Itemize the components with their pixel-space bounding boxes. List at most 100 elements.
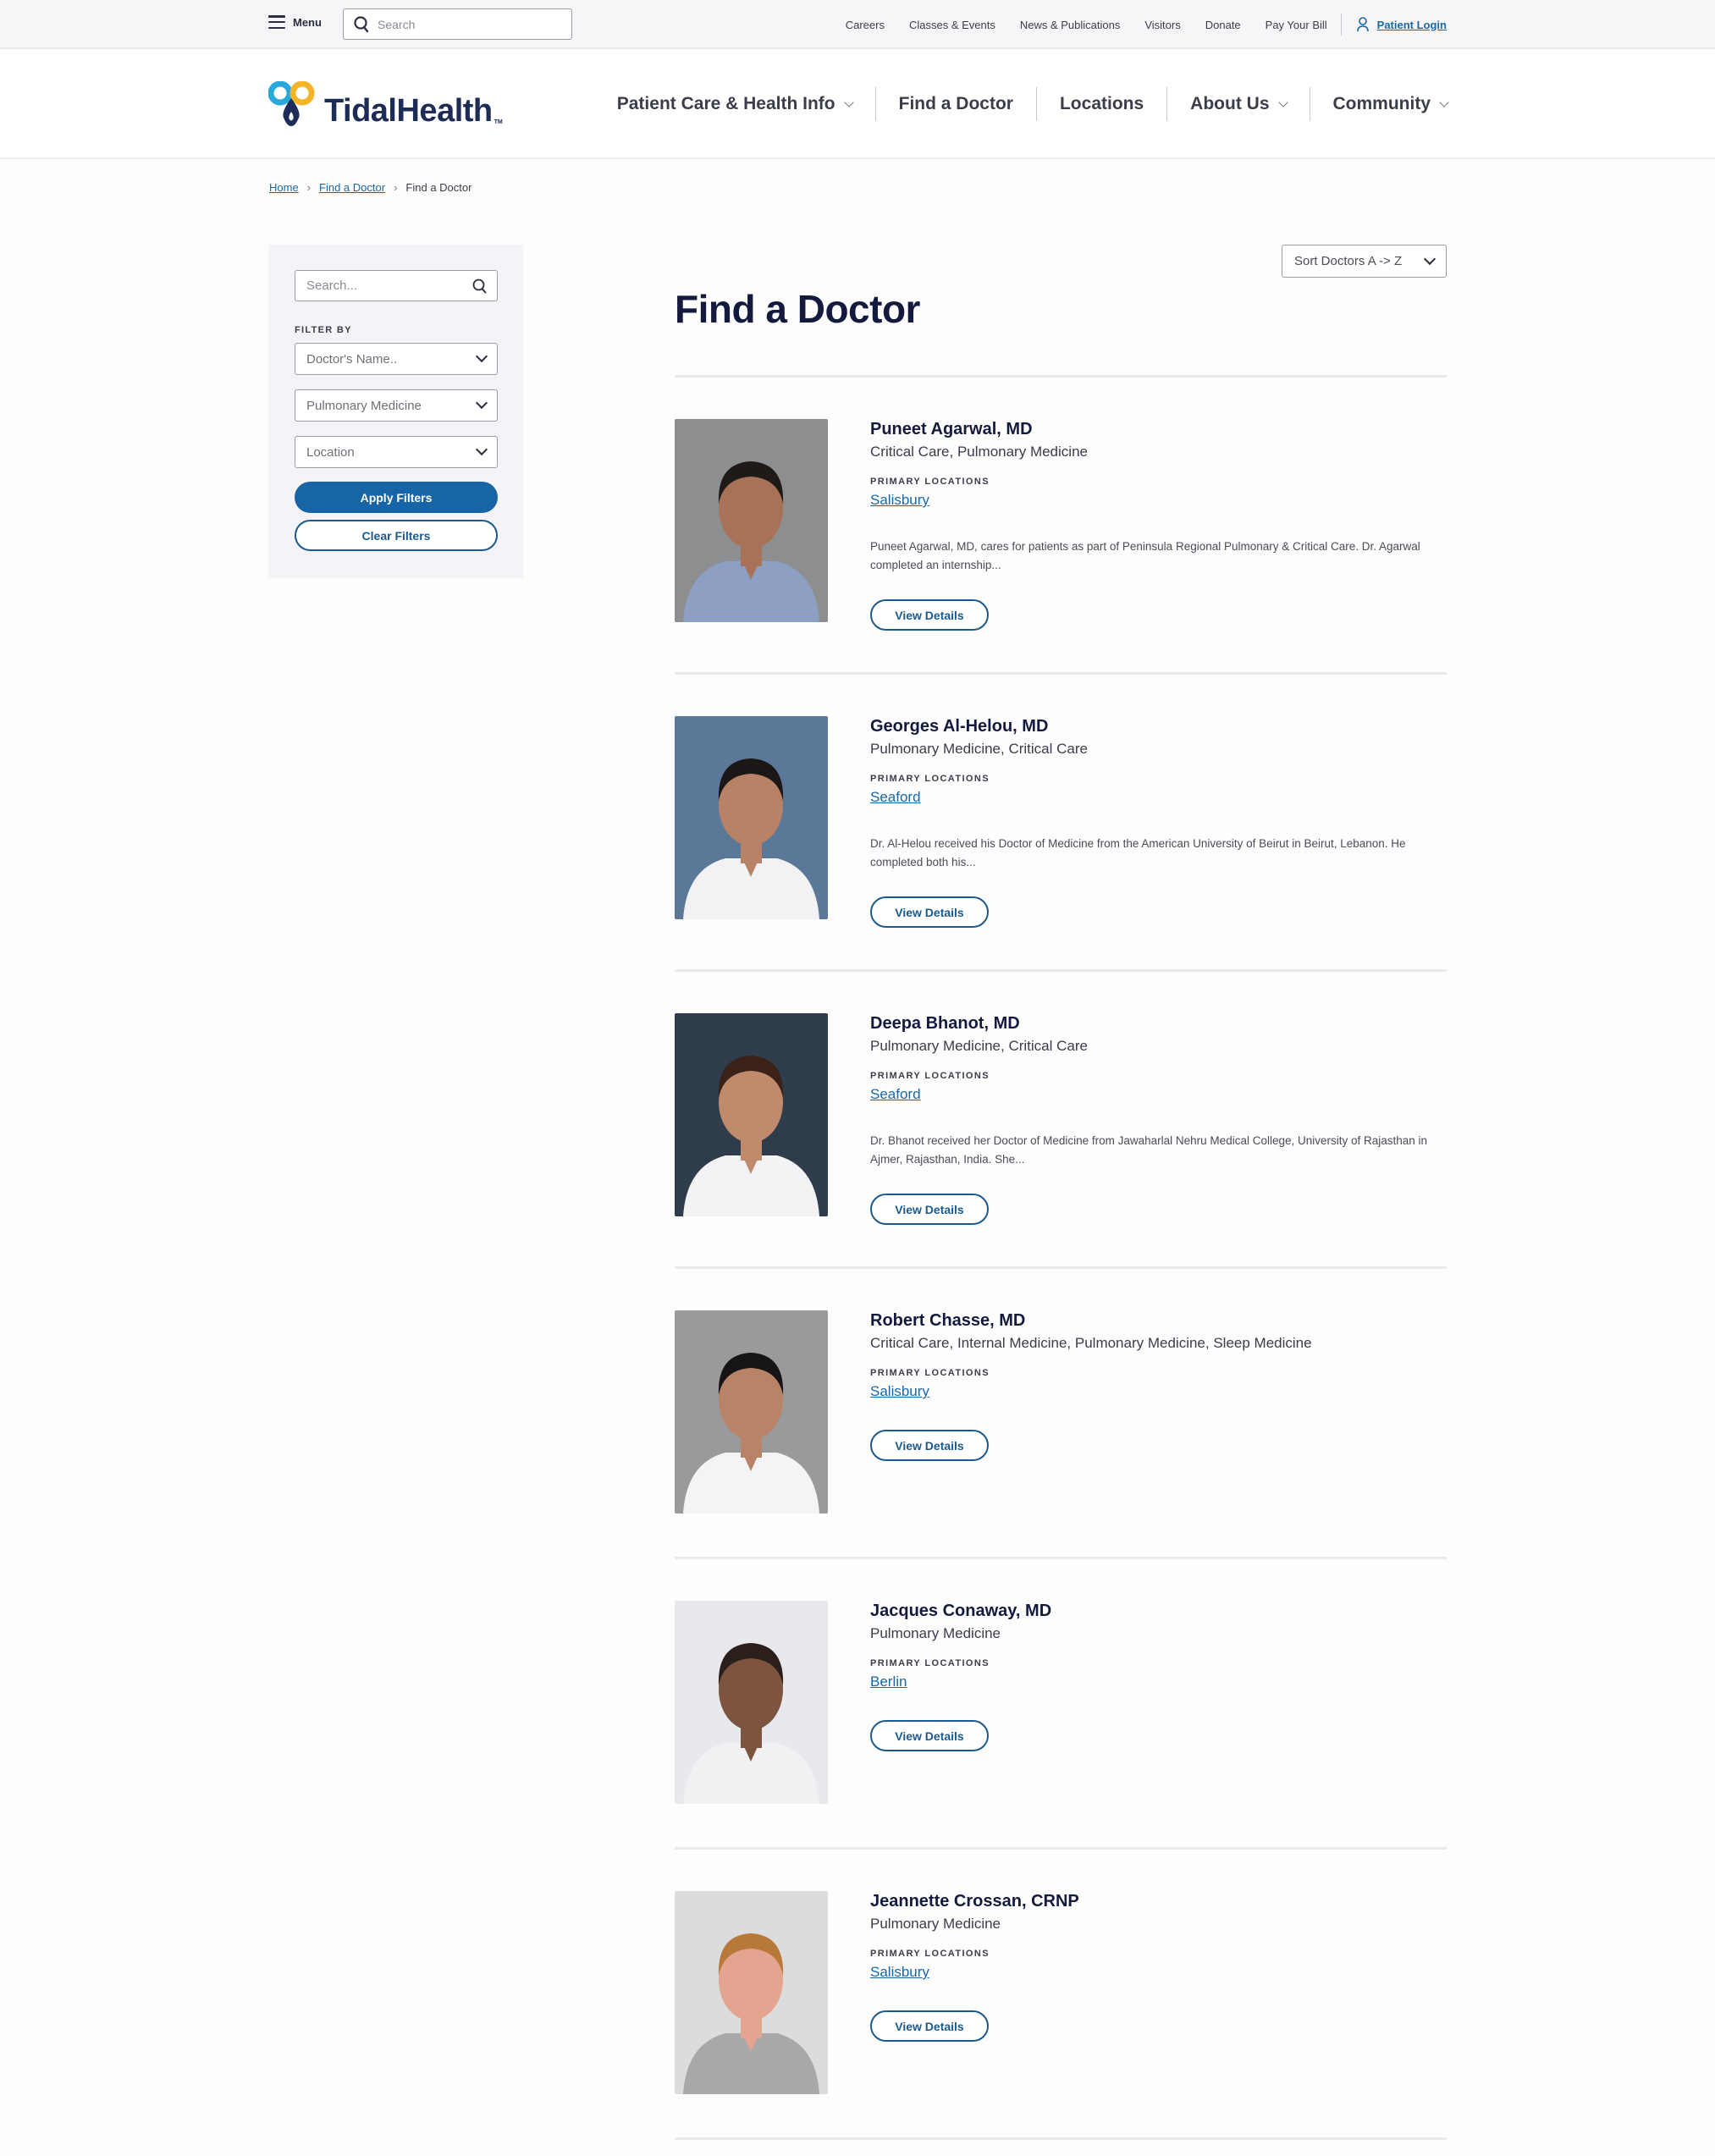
- doctor-photo[interactable]: [675, 1601, 828, 1804]
- doctor-name[interactable]: Puneet Agarwal, MD: [870, 419, 1447, 439]
- chevron-down-icon: [843, 96, 854, 108]
- sort-select[interactable]: Sort Doctors A -> Z: [1282, 245, 1447, 278]
- breadcrumb-find-a-doctor[interactable]: Find a Doctor: [319, 181, 385, 194]
- filter-sidebar: FILTER BY Doctor's Name.. Pulmonary Medi…: [268, 245, 523, 578]
- card-divider: [675, 969, 1447, 972]
- doctor-portrait-image: [675, 1013, 828, 1216]
- card-divider: [675, 2137, 1447, 2140]
- utility-link-pay-your-bill[interactable]: Pay Your Bill: [1266, 19, 1327, 31]
- patient-login[interactable]: Patient Login: [1356, 17, 1447, 32]
- breadcrumb-home[interactable]: Home: [269, 181, 299, 194]
- doctor-name[interactable]: Georges Al-Helou, MD: [870, 716, 1447, 736]
- location-link[interactable]: Salisbury: [870, 492, 929, 509]
- user-icon: [1356, 17, 1369, 32]
- location-select[interactable]: Location: [295, 436, 498, 468]
- view-details-button[interactable]: View Details: [870, 2010, 989, 2042]
- primary-locations-label: PRIMARY LOCATIONS: [870, 1949, 990, 1959]
- card-divider: [675, 1266, 1447, 1269]
- doctor-info: Deepa Bhanot, MD Pulmonary Medicine, Cri…: [870, 1013, 1447, 1225]
- nav-label: About Us: [1190, 94, 1270, 113]
- utility-link-news-publications[interactable]: News & Publications: [1020, 19, 1121, 31]
- location-link[interactable]: Seaford: [870, 1086, 921, 1103]
- location-link[interactable]: Salisbury: [870, 1383, 929, 1400]
- location-link[interactable]: Salisbury: [870, 1964, 929, 1981]
- filter-by-label: FILTER BY: [295, 325, 352, 335]
- doctor-portrait-image: [675, 716, 828, 919]
- chevron-down-icon: [475, 350, 488, 363]
- clear-filters-button[interactable]: Clear Filters: [295, 520, 498, 551]
- doctor-specialties: Pulmonary Medicine, Critical Care: [870, 1038, 1088, 1054]
- doctor-portrait-image: [675, 419, 828, 622]
- specialty-select[interactable]: Pulmonary Medicine: [295, 389, 498, 422]
- nav-about-us[interactable]: About Us: [1166, 87, 1309, 121]
- patient-login-link[interactable]: Patient Login: [1377, 19, 1447, 31]
- primary-locations-label: PRIMARY LOCATIONS: [870, 774, 990, 784]
- doctor-photo[interactable]: [675, 1013, 828, 1216]
- card-divider: [675, 672, 1447, 675]
- search-icon: [354, 15, 369, 32]
- chevron-down-icon: [1277, 96, 1288, 108]
- tidalhealth-logo-icon: [268, 81, 315, 126]
- chevron-right-icon: ›: [306, 181, 312, 194]
- tidalhealth-logo[interactable]: TidalHealth TM: [268, 81, 503, 127]
- nav-community[interactable]: Community: [1309, 87, 1449, 121]
- nav-find-a-doctor[interactable]: Find a Doctor: [874, 87, 1036, 121]
- nav-patient-care[interactable]: Patient Care & Health Info: [594, 87, 875, 121]
- doctor-search[interactable]: [295, 270, 498, 301]
- doctor-name[interactable]: Robert Chasse, MD: [870, 1310, 1447, 1331]
- view-details-button[interactable]: View Details: [870, 1720, 989, 1751]
- site-search[interactable]: [343, 8, 572, 40]
- chevron-down-icon: [1439, 96, 1449, 108]
- nav-label: Patient Care & Health Info: [616, 94, 835, 113]
- view-details-button[interactable]: View Details: [870, 896, 989, 928]
- doctor-info: Jeannette Crossan, CRNP Pulmonary Medici…: [870, 1891, 1447, 2042]
- location-link[interactable]: Seaford: [870, 789, 921, 806]
- doctor-photo[interactable]: [675, 1310, 828, 1514]
- doctor-name[interactable]: Deepa Bhanot, MD: [870, 1013, 1447, 1034]
- card-divider: [675, 1557, 1447, 1559]
- chevron-down-icon: [1423, 252, 1437, 265]
- doctor-bio: Puneet Agarwal, MD, cares for patients a…: [870, 540, 1420, 571]
- doctor-photo[interactable]: [675, 716, 828, 919]
- doctor-bio: Dr. Al-Helou received his Doctor of Medi…: [870, 837, 1406, 868]
- primary-locations-label: PRIMARY LOCATIONS: [870, 1368, 990, 1378]
- search-icon[interactable]: [472, 278, 487, 294]
- doctor-name[interactable]: Jacques Conaway, MD: [870, 1601, 1447, 1621]
- view-details-button[interactable]: View Details: [870, 1430, 989, 1461]
- utility-links: Careers Classes & Events News & Publicat…: [821, 0, 1447, 49]
- primary-locations-label: PRIMARY LOCATIONS: [870, 477, 990, 487]
- utility-link-classes-events[interactable]: Classes & Events: [909, 19, 995, 31]
- menu-button[interactable]: Menu: [268, 15, 322, 29]
- doctor-search-input[interactable]: [306, 278, 450, 293]
- nav-label: Locations: [1059, 94, 1144, 113]
- logo-trademark: TM: [494, 119, 503, 125]
- nav-label: Find a Doctor: [898, 94, 1013, 113]
- hamburger-icon: [268, 15, 285, 29]
- apply-filters-button[interactable]: Apply Filters: [295, 482, 498, 513]
- doctor-specialties: Critical Care, Pulmonary Medicine: [870, 444, 1088, 460]
- doctor-portrait-image: [675, 1310, 828, 1514]
- doctor-name-select[interactable]: Doctor's Name..: [295, 343, 498, 375]
- utility-link-careers[interactable]: Careers: [846, 19, 885, 31]
- card-divider: [675, 375, 1447, 378]
- location-link[interactable]: Berlin: [870, 1674, 907, 1690]
- view-details-button[interactable]: View Details: [870, 599, 989, 631]
- doctor-info: Jacques Conaway, MD Pulmonary Medicine P…: [870, 1601, 1447, 1751]
- utility-link-donate[interactable]: Donate: [1205, 19, 1241, 31]
- sort-value: Sort Doctors A -> Z: [1294, 254, 1403, 268]
- logo-text: TidalHealth: [324, 93, 493, 129]
- doctor-specialties: Critical Care, Internal Medicine, Pulmon…: [870, 1335, 1312, 1351]
- select-value: Doctor's Name..: [306, 351, 398, 367]
- card-divider: [675, 1847, 1447, 1850]
- site-search-input[interactable]: [378, 17, 547, 31]
- doctor-name[interactable]: Jeannette Crossan, CRNP: [870, 1891, 1447, 1911]
- doctor-photo[interactable]: [675, 419, 828, 622]
- site-header: TidalHealth TM Patient Care & Health Inf…: [0, 49, 1715, 159]
- doctor-info: Robert Chasse, MD Critical Care, Interna…: [870, 1310, 1447, 1461]
- doctor-photo[interactable]: [675, 1891, 828, 2094]
- utility-link-visitors[interactable]: Visitors: [1144, 19, 1180, 31]
- page-title: Find a Doctor: [675, 287, 920, 331]
- chevron-down-icon: [475, 396, 488, 410]
- nav-locations[interactable]: Locations: [1035, 87, 1166, 121]
- view-details-button[interactable]: View Details: [870, 1194, 989, 1225]
